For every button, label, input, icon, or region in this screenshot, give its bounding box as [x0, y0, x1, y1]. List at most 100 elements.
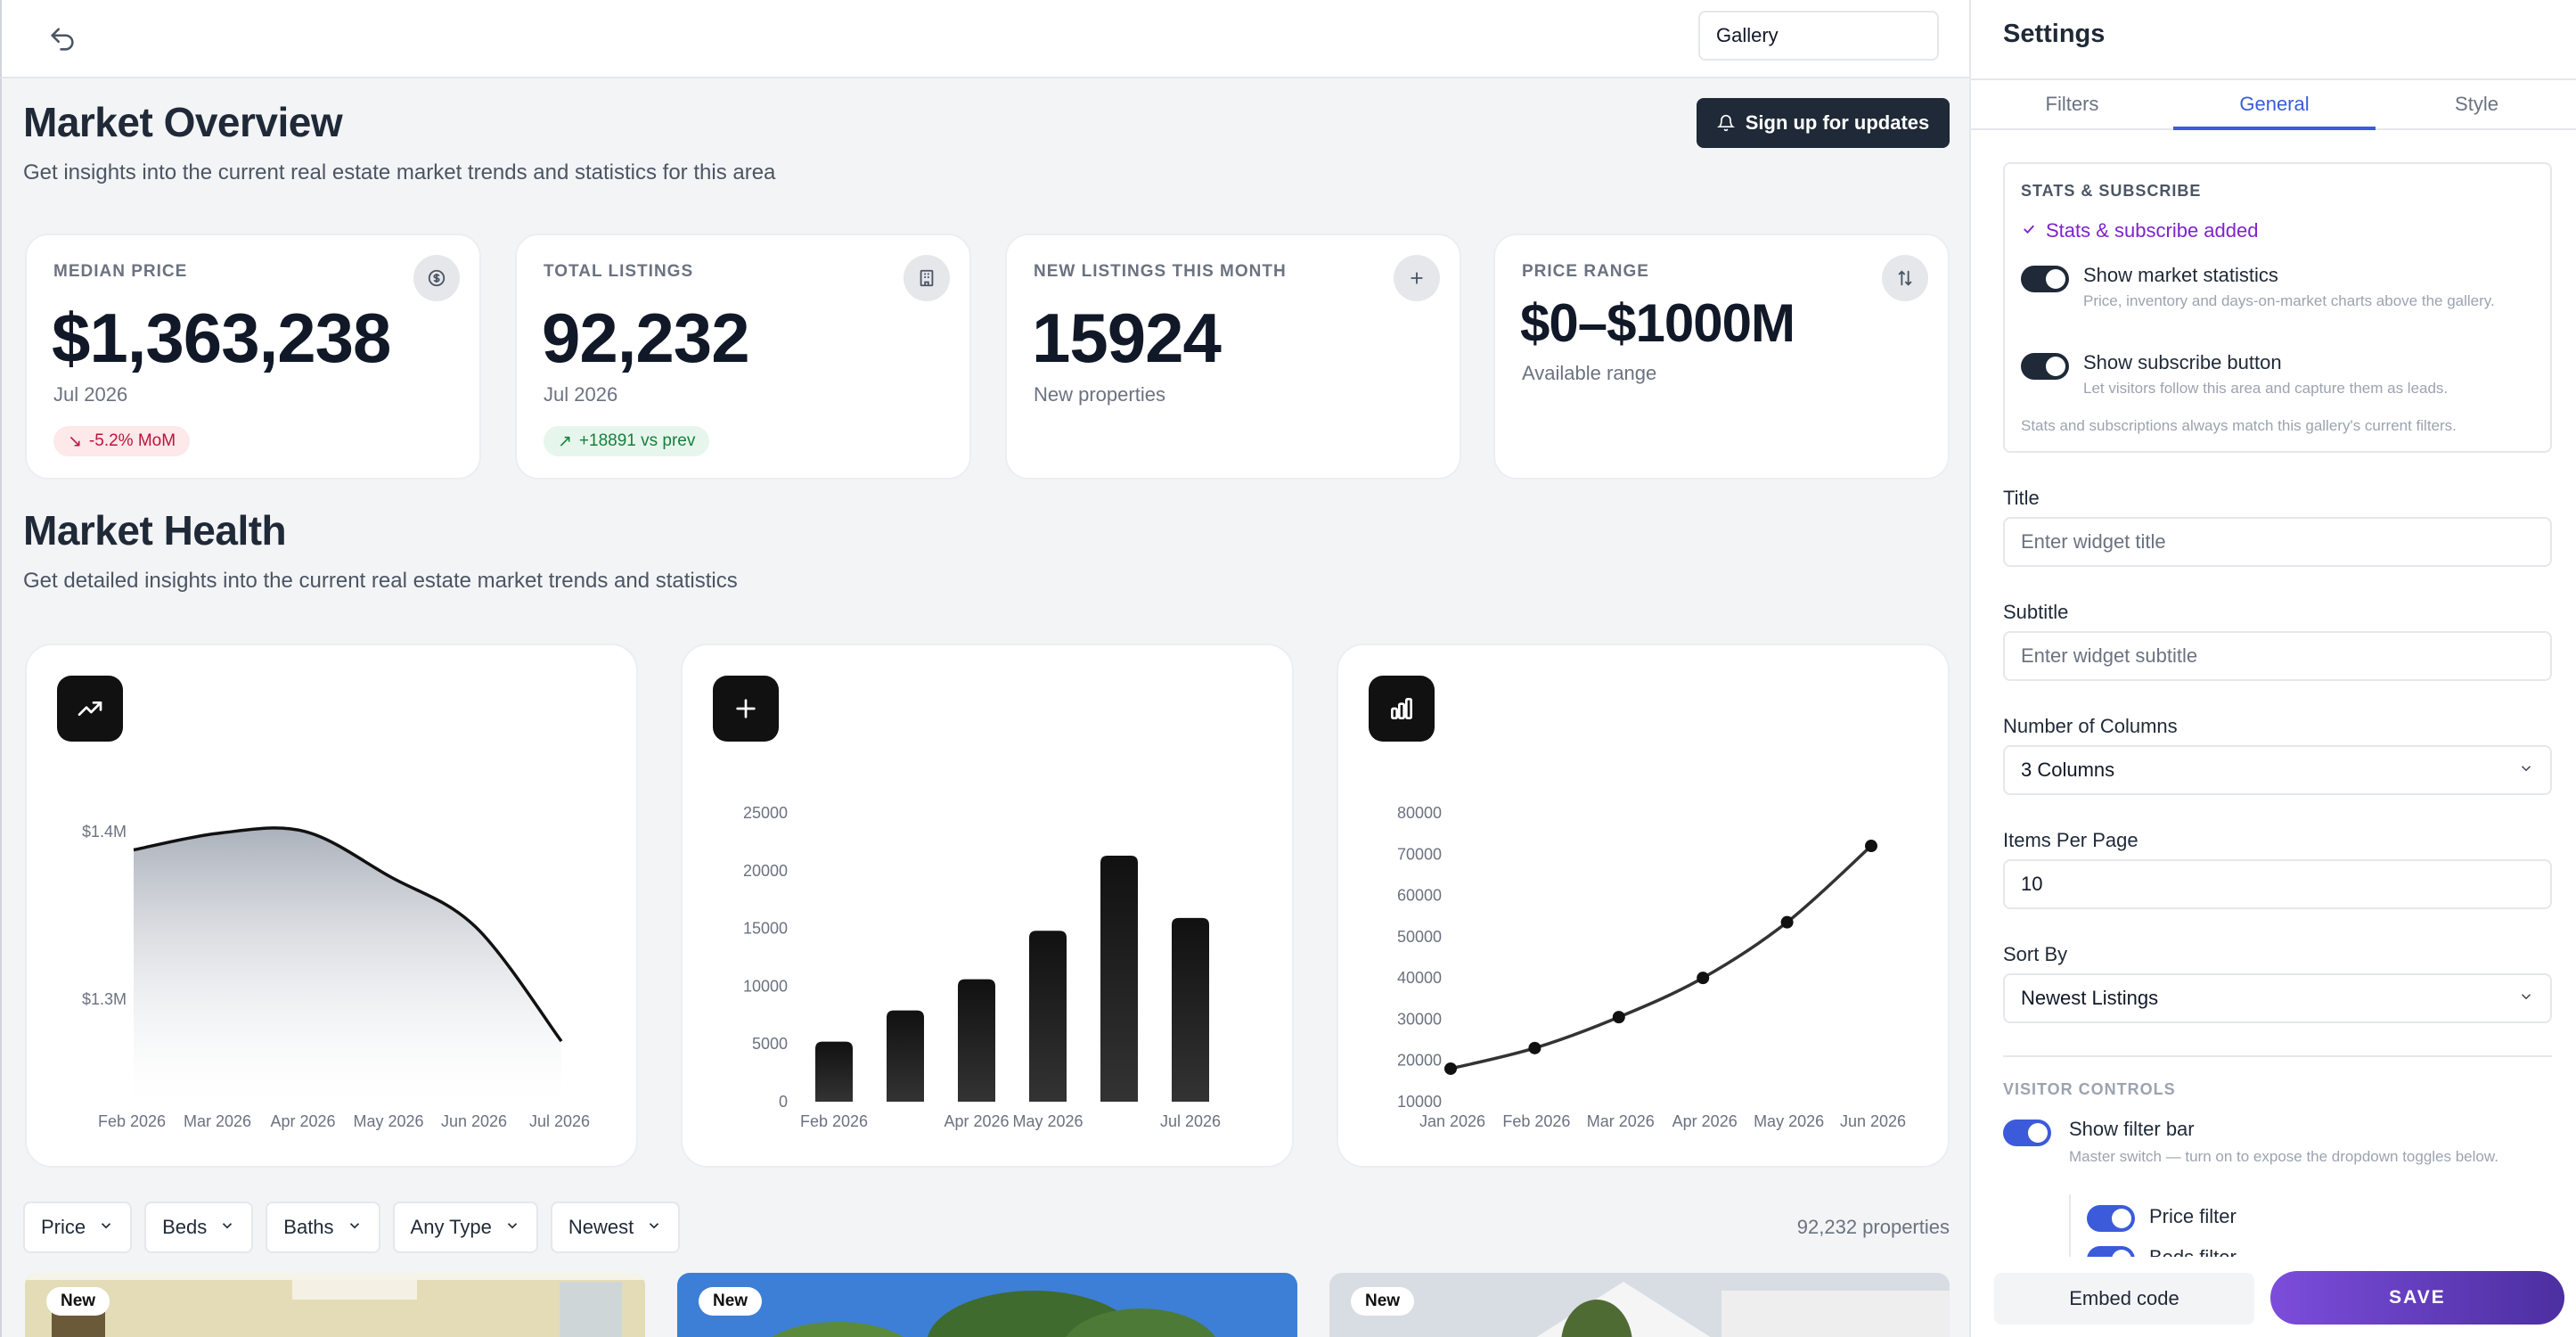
- y-tick-label: 5000: [752, 1035, 788, 1053]
- chart-card-new-listings: 25000 20000 15000 10000 5000 0 Feb 2026 Apr 202…: [681, 644, 1294, 1168]
- bar: [1029, 931, 1067, 1102]
- new-badge: New: [1351, 1287, 1415, 1316]
- panel-footer: Embed code SAVE: [1971, 1257, 2576, 1337]
- baths-filter-dropdown[interactable]: Baths: [266, 1202, 380, 1253]
- x-tick-label: Feb 2026: [1502, 1112, 1570, 1130]
- subtitle-label: Subtitle: [2003, 601, 2069, 623]
- stat-value: $1,363,238: [52, 299, 391, 377]
- tab-general[interactable]: General: [2173, 80, 2376, 130]
- bar: [887, 1010, 924, 1102]
- listing-card[interactable]: New: [677, 1273, 1297, 1337]
- bar: [1100, 855, 1138, 1102]
- x-tick-label: Jun 2026: [1840, 1112, 1906, 1130]
- toggle-label: Show market statistics: [2083, 264, 2278, 286]
- new-badge: New: [699, 1287, 763, 1316]
- stat-card-median-price: MEDIAN PRICE $1,363,238 Jul 2026 ↘ -5.2%…: [25, 234, 481, 480]
- y-tick-label: 10000: [743, 977, 788, 995]
- y-tick-label: 10000: [1397, 1093, 1442, 1111]
- x-tick-label: Mar 2026: [184, 1112, 251, 1130]
- stat-note: New properties: [1034, 383, 1165, 406]
- price-filter-dropdown[interactable]: Price: [23, 1202, 133, 1253]
- stats-added-label: Stats & subscribe added: [2046, 219, 2259, 242]
- chevron-down-icon: [2518, 759, 2534, 782]
- sort-filter-dropdown[interactable]: Newest: [550, 1202, 681, 1253]
- embed-code-button[interactable]: Embed code: [1994, 1273, 2254, 1325]
- main-content: Market Overview Get insights into the cu…: [0, 78, 1969, 1337]
- toggle-label: Show filter bar: [2069, 1118, 2195, 1140]
- toggle-description: Price, inventory and days-on-market char…: [2083, 292, 2495, 309]
- bar: [1172, 917, 1209, 1102]
- line-chart: 80000 70000 60000 50000 40000 30000 20000 10000…: [1397, 804, 1906, 1130]
- chevron-down-icon: [646, 1216, 662, 1239]
- toggle-description: Master switch — turn on to expose the dr…: [2069, 1148, 2498, 1165]
- section-title: Market Health: [23, 507, 287, 554]
- view-select[interactable]: Gallery: [1698, 11, 1939, 61]
- change-badge: ↗ +18891 vs prev: [544, 426, 710, 456]
- show-subscribe-button-toggle[interactable]: [2021, 353, 2069, 380]
- x-tick-label: Feb 2026: [800, 1112, 868, 1130]
- tab-style[interactable]: Style: [2376, 80, 2576, 128]
- dollar-icon: [413, 255, 460, 301]
- stats-box-footer: Stats and subscriptions always match thi…: [2021, 417, 2457, 434]
- x-tick-label: Jul 2026: [529, 1112, 590, 1130]
- subtitle-input[interactable]: Enter widget subtitle: [2003, 631, 2552, 681]
- stat-note: Available range: [1522, 362, 1657, 384]
- change-badge-label: -5.2% MoM: [88, 431, 176, 450]
- chevron-down-icon: [2518, 987, 2534, 1010]
- stats-added-status: Stats & subscribe added: [2021, 219, 2258, 242]
- x-tick-label: Jan 2026: [1419, 1112, 1485, 1130]
- data-point: [1528, 1041, 1542, 1054]
- type-filter-dropdown[interactable]: Any Type: [392, 1202, 538, 1253]
- show-filter-bar-toggle[interactable]: [2003, 1120, 2051, 1146]
- stats-subscribe-box: STATS & SUBSCRIBE Stats & subscribe adde…: [2003, 162, 2552, 453]
- bell-icon: [1716, 114, 1735, 132]
- settings-tabs: Filters General Style: [1971, 80, 2576, 130]
- sign-up-button[interactable]: Sign up for updates: [1697, 98, 1950, 148]
- beds-filter-dropdown[interactable]: Beds: [144, 1202, 254, 1253]
- visitor-controls-title: VISITOR CONTROLS: [2003, 1080, 2176, 1098]
- y-tick-label: 25000: [743, 804, 788, 822]
- data-point: [1865, 840, 1877, 853]
- stat-value: 92,232: [542, 299, 750, 377]
- change-badge: ↘ -5.2% MoM: [53, 426, 191, 456]
- stat-label: MEDIAN PRICE: [53, 262, 188, 281]
- series-line: [1450, 844, 1873, 1070]
- stat-label: NEW LISTINGS THIS MONTH: [1034, 262, 1287, 281]
- toggle-description: Let visitors follow this area and captur…: [2083, 380, 2449, 397]
- chevron-down-icon: [347, 1216, 363, 1239]
- toggle-label: Show subscribe button: [2083, 351, 2282, 373]
- sort-by-value: Newest Listings: [2021, 987, 2159, 1009]
- chevron-down-icon: [98, 1216, 114, 1239]
- stat-card-total-listings: TOTAL LISTINGS 92,232 Jul 2026 ↗ +18891 …: [515, 234, 971, 480]
- listing-card[interactable]: New: [25, 1273, 645, 1337]
- y-tick-label: 70000: [1397, 845, 1442, 863]
- show-market-statistics-toggle[interactable]: [2021, 266, 2069, 292]
- y-tick-label: 80000: [1397, 804, 1442, 822]
- stat-card-new-listings: NEW LISTINGS THIS MONTH 15924 New proper…: [1005, 234, 1461, 480]
- columns-select[interactable]: 3 Columns: [2003, 745, 2552, 795]
- listing-card[interactable]: New: [1329, 1273, 1950, 1337]
- items-per-page-input[interactable]: 10: [2003, 859, 2552, 909]
- tab-filters[interactable]: Filters: [1971, 80, 2173, 128]
- title-label: Title: [2003, 487, 2040, 509]
- y-tick-label: 20000: [743, 862, 788, 880]
- title-input[interactable]: Enter widget title: [2003, 517, 2552, 567]
- price-filter-toggle[interactable]: [2087, 1205, 2135, 1232]
- undo-icon[interactable]: [41, 18, 84, 61]
- save-button[interactable]: SAVE: [2270, 1271, 2564, 1325]
- x-tick-label: May 2026: [1012, 1112, 1083, 1130]
- chart-card-median-price: $1.4M $1.3M Feb 2026 Mar 2026 Apr 2026 May 20…: [25, 644, 638, 1168]
- stat-value: $0–$1000M: [1520, 293, 1795, 353]
- area-fill: [134, 827, 561, 1100]
- x-tick-label: Apr 2026: [944, 1112, 1009, 1130]
- x-tick-label: Apr 2026: [1672, 1112, 1738, 1130]
- new-badge: New: [46, 1287, 110, 1316]
- items-per-page-label: Items Per Page: [2003, 829, 2138, 851]
- properties-count: 92,232 properties: [1796, 1216, 1950, 1238]
- page-title: Market Overview: [23, 99, 343, 145]
- columns-label: Number of Columns: [2003, 715, 2178, 737]
- x-tick-label: Feb 2026: [98, 1112, 166, 1130]
- filter-bar: Price Beds Baths Any Type Newest: [23, 1202, 681, 1253]
- bar-chart: 25000 20000 15000 10000 5000 0 Feb 2026 Apr 202…: [743, 804, 1221, 1130]
- sort-by-select[interactable]: Newest Listings: [2003, 973, 2552, 1023]
